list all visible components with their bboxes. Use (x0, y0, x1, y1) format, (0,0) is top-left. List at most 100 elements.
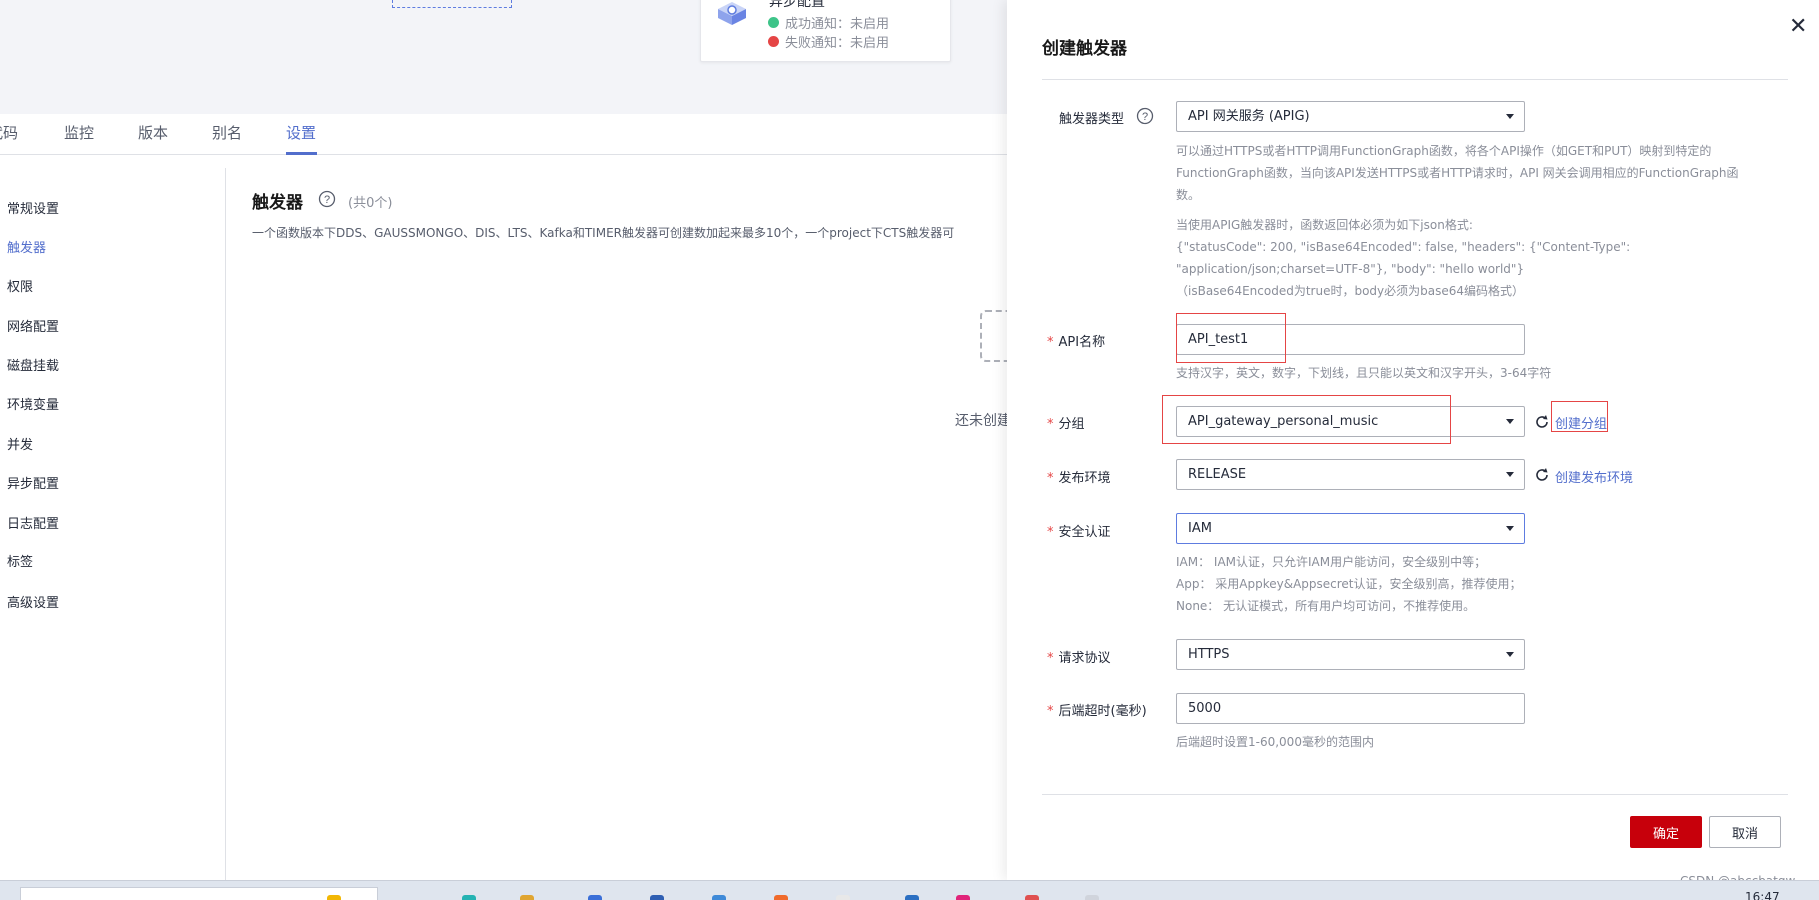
trigger-type-label-text: 触发器类型 (1059, 112, 1125, 127)
sidebar-item-triggers[interactable]: 触发器 (7, 237, 46, 256)
create-trigger-dialog: 创建触发器 ✕ 触发器类型 ? API 网关服务 (APIG) 可以通过HTTP… (1007, 0, 1819, 880)
taskbar-app-icon[interactable] (1085, 895, 1099, 900)
taskbar-app-icon[interactable] (905, 895, 919, 900)
format-line: "application/json;charset=UTF-8"}, "body… (1176, 262, 1525, 276)
required-mark: * (1047, 651, 1054, 666)
env-label: * 发布环境 (1047, 467, 1111, 486)
annotation-box-create-group (1551, 401, 1608, 432)
close-icon[interactable]: ✕ (1789, 16, 1807, 38)
auth-hint-line: App： 采用Appkey&Appsecret认证，安全级别高，推荐使用； (1176, 577, 1522, 591)
sidebar-item-general[interactable]: 常规设置 (7, 198, 59, 217)
tab-monitor[interactable]: 监控 (64, 122, 94, 143)
group-label: * 分组 (1047, 413, 1085, 432)
format-line: 当使用APIG触发器时，函数返回体必须为如下json格式: (1176, 218, 1473, 232)
background-page: 异步配置 成功通知：未启用 失败通知：未启用 代码 监控 版本 别名 设置 常规… (0, 0, 1020, 880)
async-card-title: 异步配置 (769, 0, 825, 10)
svg-text:?: ? (324, 194, 330, 206)
required-mark: * (1047, 704, 1054, 719)
api-name-hint: 支持汉字，英文，数字，下划线，且只能以英文和汉字开头，3-64字符 (1176, 366, 1552, 380)
taskbar-app-icon[interactable] (650, 895, 664, 900)
sidebar-item-disk-mount[interactable]: 磁盘挂载 (7, 355, 59, 374)
help-icon[interactable]: ? (318, 190, 336, 208)
chevron-down-icon (1506, 419, 1514, 424)
taskbar-app-icon[interactable] (836, 895, 850, 900)
format-line: （isBase64Encoded为true时，body必须为base64编码格式… (1176, 284, 1525, 298)
refresh-icon[interactable] (1534, 467, 1550, 483)
triggers-description: 一个函数版本下DDS、GAUSSMONGO、DIS、LTS、Kafka和TIME… (252, 226, 955, 240)
taskbar-app-icon[interactable] (520, 895, 534, 900)
confirm-button[interactable]: 确定 (1630, 816, 1702, 848)
api-name-label: * API名称 (1047, 331, 1105, 350)
taskbar-search-box[interactable] (20, 887, 378, 900)
format-line: {"statusCode": 200, "isBase64Encoded": f… (1176, 240, 1631, 254)
required-mark: * (1047, 471, 1054, 486)
response-format-note: 当使用APIG触发器时，函数返回体必须为如下json格式: {"statusCo… (1176, 214, 1781, 302)
taskbar-app-icon[interactable] (462, 895, 476, 900)
async-config-card[interactable]: 异步配置 成功通知：未启用 失败通知：未启用 (700, 0, 951, 62)
taskbar-app-icon[interactable] (1025, 895, 1039, 900)
taskbar: 16:47 (0, 880, 1819, 900)
settings-sidebar: 常规设置 触发器 权限 网络配置 磁盘挂载 环境变量 并发 异步配置 日志配置 … (0, 168, 226, 880)
chevron-down-icon (1506, 652, 1514, 657)
async-cube-icon (718, 2, 746, 25)
tab-settings[interactable]: 设置 (286, 122, 316, 143)
annotation-box-api-name (1176, 313, 1286, 363)
timeout-input[interactable] (1176, 693, 1525, 724)
desc-line: 可以通过HTTPS或者HTTP调用FunctionGraph函数，将各个API操… (1176, 144, 1712, 158)
create-env-link[interactable]: 创建发布环境 (1555, 467, 1633, 486)
sidebar-item-concurrency[interactable]: 并发 (7, 434, 33, 453)
taskbar-app-icon[interactable] (956, 895, 970, 900)
protocol-select[interactable]: HTTPS (1176, 639, 1525, 670)
api-name-label-text: API名称 (1058, 335, 1106, 350)
sidebar-item-advanced[interactable]: 高级设置 (7, 592, 59, 611)
success-status-dot (768, 17, 779, 28)
timeout-label-text: 后端超时(毫秒) (1058, 704, 1147, 719)
cancel-button[interactable]: 取消 (1709, 816, 1781, 848)
chevron-down-icon (1506, 472, 1514, 477)
tab-version[interactable]: 版本 (138, 122, 168, 143)
trigger-type-select[interactable]: API 网关服务 (APIG) (1176, 101, 1525, 132)
auth-select[interactable]: IAM (1176, 513, 1525, 544)
trigger-count: (共0个) (348, 196, 393, 211)
active-tab-indicator (286, 152, 317, 155)
desc-line: 数。 (1176, 188, 1201, 202)
auth-label-text: 安全认证 (1058, 525, 1111, 540)
group-label-text: 分组 (1058, 417, 1085, 432)
required-mark: * (1047, 335, 1054, 350)
failure-status-dot (768, 36, 779, 47)
required-mark: * (1047, 525, 1054, 540)
function-tabs: 代码 监控 版本 别名 设置 (0, 114, 1007, 155)
env-value: RELEASE (1188, 467, 1247, 482)
sidebar-item-network[interactable]: 网络配置 (7, 316, 59, 335)
function-flow-area: 异步配置 成功通知：未启用 失败通知：未启用 (0, 0, 1007, 114)
empty-state-text: 还未创建 (955, 413, 1007, 429)
failure-notify-label: 失败通知：未启用 (785, 36, 890, 51)
trigger-type-help-icon[interactable]: ? (1136, 107, 1154, 125)
protocol-value: HTTPS (1188, 647, 1230, 662)
chevron-down-icon (1506, 526, 1514, 531)
trigger-type-value: API 网关服务 (APIG) (1188, 109, 1310, 124)
required-mark: * (1047, 417, 1054, 432)
sidebar-item-tags[interactable]: 标签 (7, 551, 33, 570)
chevron-down-icon (1506, 114, 1514, 119)
taskbar-app-icon[interactable] (712, 895, 726, 900)
protocol-label-text: 请求协议 (1058, 651, 1111, 666)
taskbar-app-icon[interactable] (588, 895, 602, 900)
sidebar-item-permissions[interactable]: 权限 (7, 276, 33, 295)
sidebar-item-logs[interactable]: 日志配置 (7, 513, 59, 532)
taskbar-app-icon[interactable] (774, 895, 788, 900)
dialog-footer-divider (1042, 794, 1788, 795)
tab-alias[interactable]: 别名 (212, 122, 242, 143)
taskbar-app-icon[interactable] (327, 895, 341, 900)
trigger-type-description: 可以通过HTTPS或者HTTP调用FunctionGraph函数，将各个API操… (1176, 140, 1781, 206)
success-notify-row: 成功通知：未启用 (768, 13, 889, 32)
auth-label: * 安全认证 (1047, 521, 1111, 540)
sidebar-item-async[interactable]: 异步配置 (7, 473, 59, 492)
sidebar-item-env-vars[interactable]: 环境变量 (7, 394, 59, 413)
tab-code[interactable]: 代码 (0, 122, 18, 143)
dialog-title: 创建触发器 (1042, 39, 1127, 59)
success-notify-label: 成功通知：未启用 (785, 17, 890, 32)
env-select[interactable]: RELEASE (1176, 459, 1525, 490)
refresh-icon[interactable] (1534, 414, 1550, 430)
svg-text:?: ? (1142, 111, 1148, 123)
